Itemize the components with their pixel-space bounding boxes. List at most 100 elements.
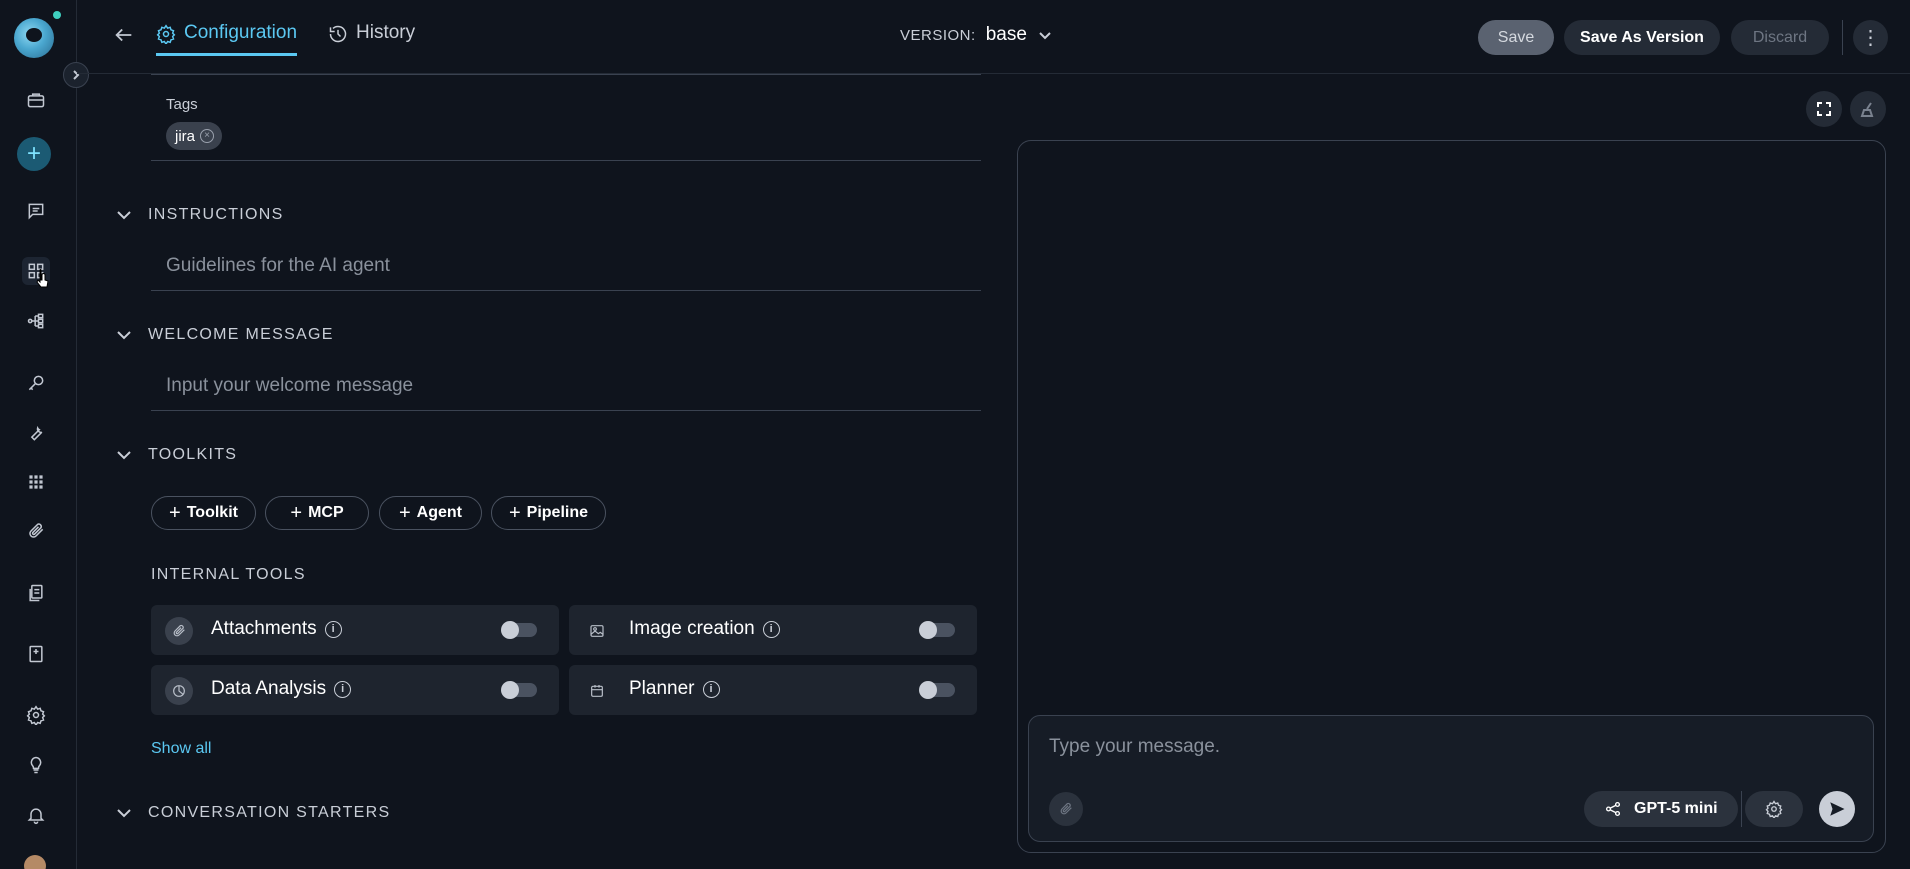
bell-icon[interactable] <box>22 801 50 829</box>
button-label: Agent <box>416 504 462 521</box>
tab-configuration[interactable]: Configuration <box>156 22 298 56</box>
gear-icon <box>1765 800 1783 818</box>
chat-icon[interactable] <box>22 197 50 225</box>
tool-attachments: Attachments i <box>151 605 559 655</box>
version-selector[interactable]: VERSION: base <box>900 24 1053 46</box>
version-value: base <box>985 24 1027 45</box>
add-agent-button[interactable]: + Agent <box>379 496 482 530</box>
configuration-panel: Tags jira × INSTRUCTIONS Guidelines for … <box>77 74 982 869</box>
chevron-down-icon <box>117 809 131 818</box>
plus-icon: + <box>508 502 521 524</box>
message-input[interactable]: Type your message. <box>1049 736 1220 758</box>
version-label: VERSION: <box>900 26 976 44</box>
info-icon[interactable]: i <box>334 681 352 698</box>
app-logo[interactable] <box>14 18 54 58</box>
add-toolkit-button[interactable]: + Toolkit <box>151 496 256 530</box>
section-conversation-starters-header[interactable]: CONVERSATION STARTERS <box>116 804 390 822</box>
chevron-down-icon <box>1039 32 1051 40</box>
welcome-underline <box>151 410 981 411</box>
remove-tag-icon[interactable]: × <box>200 129 215 143</box>
add-button[interactable]: + <box>17 137 51 171</box>
briefcase-icon[interactable] <box>22 86 50 114</box>
section-title: TOOLKITS <box>148 446 238 463</box>
paperclip-icon <box>165 617 193 645</box>
chevron-down-icon <box>117 211 131 220</box>
wrench-icon[interactable] <box>22 419 50 447</box>
clear-chat-button[interactable] <box>1850 91 1886 127</box>
status-dot <box>53 11 61 19</box>
divider <box>151 74 981 75</box>
model-selector[interactable]: GPT-5 mini <box>1584 791 1738 827</box>
send-button[interactable] <box>1819 791 1855 827</box>
plus-icon: + <box>398 502 411 524</box>
image-icon <box>583 617 611 645</box>
mouse-cursor-icon <box>36 269 49 288</box>
section-welcome-header[interactable]: WELCOME MESSAGE <box>116 326 334 344</box>
tag-label: jira <box>175 127 196 145</box>
kebab-icon: ⋮ <box>1860 27 1881 49</box>
tool-planner: Planner i <box>569 665 977 715</box>
planner-toggle[interactable] <box>919 681 955 699</box>
key-icon[interactable] <box>22 369 50 397</box>
info-icon[interactable]: i <box>702 681 720 698</box>
send-icon <box>1830 802 1845 816</box>
button-label: MCP <box>308 504 344 521</box>
tags-underline <box>151 160 981 161</box>
info-icon[interactable]: i <box>762 621 780 638</box>
section-instructions-header[interactable]: INSTRUCTIONS <box>116 206 284 224</box>
divider <box>1741 791 1742 827</box>
data-analysis-icon <box>165 677 193 705</box>
tool-name: Attachments i <box>211 618 342 640</box>
save-as-version-button[interactable]: Save As Version <box>1564 20 1720 55</box>
apps-icon[interactable] <box>22 468 50 496</box>
plus-icon: + <box>169 502 181 524</box>
chevron-down-icon <box>117 451 131 460</box>
back-button[interactable] <box>113 24 137 48</box>
tool-image-creation: Image creation i <box>569 605 977 655</box>
calendar-icon <box>583 677 611 705</box>
chat-settings-button[interactable] <box>1745 791 1803 827</box>
flow-icon[interactable] <box>22 307 50 335</box>
lightbulb-icon[interactable] <box>22 751 50 779</box>
button-label: Pipeline <box>526 504 589 521</box>
add-mcp-button[interactable]: + MCP <box>265 496 369 530</box>
model-name: GPT-5 mini <box>1634 800 1718 817</box>
gear-icon <box>156 24 176 44</box>
tag-chip[interactable]: jira × <box>166 122 223 150</box>
welcome-message-input[interactable]: Input your welcome message <box>166 375 413 397</box>
fullscreen-button[interactable] <box>1806 91 1842 127</box>
save-button[interactable]: Save <box>1478 20 1554 55</box>
section-title: CONVERSATION STARTERS <box>148 804 391 821</box>
info-icon[interactable]: i <box>324 621 342 638</box>
notebook-icon[interactable] <box>22 640 50 668</box>
section-toolkits-header[interactable]: TOOLKITS <box>116 446 237 464</box>
data-analysis-toggle[interactable] <box>501 681 537 699</box>
documents-icon[interactable] <box>22 579 50 607</box>
broom-icon <box>1860 102 1874 117</box>
divider <box>1842 20 1843 55</box>
attach-button[interactable] <box>1049 792 1083 826</box>
fullscreen-icon <box>1817 102 1831 116</box>
more-options-button[interactable]: ⋮ <box>1853 20 1888 55</box>
tab-label: Configuration <box>184 22 298 43</box>
image-creation-toggle[interactable] <box>919 621 955 639</box>
show-all-link[interactable]: Show all <box>151 740 211 758</box>
settings-icon[interactable] <box>22 701 50 729</box>
instructions-input[interactable]: Guidelines for the AI agent <box>166 255 390 277</box>
add-pipeline-button[interactable]: + Pipeline <box>491 496 606 530</box>
paperclip-icon <box>1060 802 1072 815</box>
tool-name: Data Analysis i <box>211 678 352 700</box>
button-label: Toolkit <box>186 504 238 521</box>
attachments-toggle[interactable] <box>501 621 537 639</box>
tool-data-analysis: Data Analysis i <box>151 665 559 715</box>
internal-tools-title: INTERNAL TOOLS <box>151 566 306 583</box>
paperclip-icon[interactable] <box>22 517 50 545</box>
tool-name: Planner i <box>629 678 720 700</box>
history-icon <box>329 25 347 43</box>
tab-history[interactable]: History <box>328 22 415 56</box>
chevron-down-icon <box>117 331 131 340</box>
avatar[interactable] <box>24 855 46 869</box>
discard-button[interactable]: Discard <box>1731 20 1829 55</box>
arrow-left-icon <box>115 28 132 42</box>
sidebar: + <box>0 0 89 869</box>
